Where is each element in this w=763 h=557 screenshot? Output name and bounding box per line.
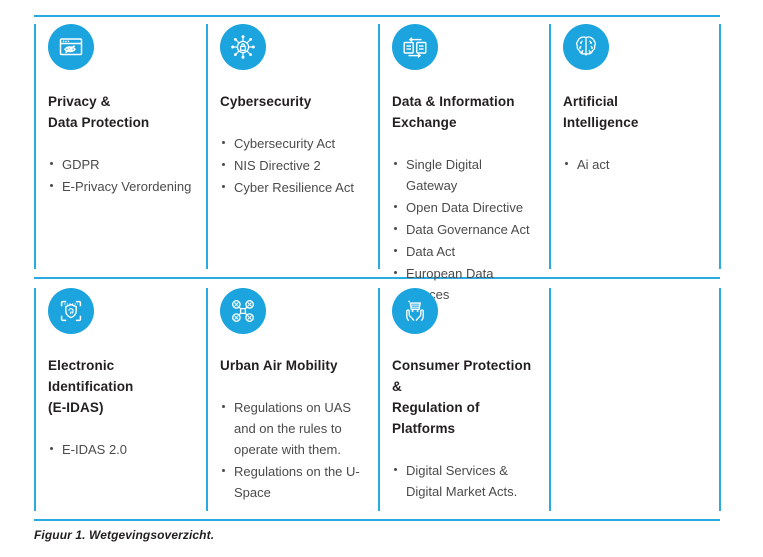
card-title: Data & Information Exchange (392, 94, 515, 130)
card-item-list: Single Digital Gateway Open Data Directi… (392, 154, 535, 305)
electronic-identification-scan-shield-icon (48, 288, 94, 334)
list-item: Data Act (392, 241, 535, 262)
list-item: E-IDAS 2.0 (48, 439, 192, 460)
list-item: E-Privacy Verordening (48, 176, 192, 197)
privacy-browser-eye-icon (48, 24, 94, 70)
card-item-list: GDPR E-Privacy Verordening (48, 154, 192, 197)
cybersecurity-network-lock-icon (220, 24, 266, 70)
legislation-row-2: Electronic Identification (E-IDAS) E-IDA… (34, 288, 720, 504)
data-exchange-documents-icon (392, 24, 438, 70)
figure-caption: Figuur 1. Wetgevingsoverzicht. (34, 528, 215, 542)
divider-bottom (34, 519, 720, 521)
list-item: Open Data Directive (392, 197, 535, 218)
list-item: Digital Services & Digital Market Acts. (392, 460, 535, 502)
legislation-overview-figure: Privacy & Data Protection GDPR E-Privacy… (0, 0, 763, 557)
list-item: Data Governance Act (392, 219, 535, 240)
card-title: Artificial Intelligence (563, 94, 639, 130)
consumer-protection-cart-hands-icon (392, 288, 438, 334)
list-item: Regulations on UAS and on the rules to o… (220, 397, 364, 460)
list-item: NIS Directive 2 (220, 155, 364, 176)
artificial-intelligence-brain-icon (563, 24, 609, 70)
card-title: Cybersecurity (220, 94, 312, 109)
card-empty (549, 288, 720, 504)
card-cybersecurity: Cybersecurity Cybersecurity Act NIS Dire… (206, 24, 378, 306)
list-item: Cyber Resilience Act (220, 177, 364, 198)
list-item: GDPR (48, 154, 192, 175)
card-item-list: Ai act (563, 154, 706, 175)
legislation-row-1: Privacy & Data Protection GDPR E-Privacy… (34, 24, 720, 306)
list-item: Cybersecurity Act (220, 133, 364, 154)
divider-top (34, 15, 720, 17)
card-item-list: Cybersecurity Act NIS Directive 2 Cyber … (220, 133, 364, 198)
card-urban-air-mobility: Urban Air Mobility Regulations on UAS an… (206, 288, 378, 504)
urban-air-mobility-drone-icon (220, 288, 266, 334)
card-item-list: Digital Services & Digital Market Acts. (392, 460, 535, 502)
card-title: Privacy & Data Protection (48, 94, 150, 130)
list-item: Ai act (563, 154, 706, 175)
card-title: Electronic Identification (E-IDAS) (48, 358, 134, 415)
card-privacy-data-protection: Privacy & Data Protection GDPR E-Privacy… (34, 24, 206, 306)
card-item-list: Regulations on UAS and on the rules to o… (220, 397, 364, 503)
card-consumer-protection: Consumer Protection & Regulation of Plat… (378, 288, 549, 504)
list-item: Single Digital Gateway (392, 154, 535, 196)
card-data-information-exchange: Data & Information Exchange Single Digit… (378, 24, 549, 306)
card-title: Consumer Protection & Regulation of Plat… (392, 358, 532, 436)
list-item: Regulations on the U-Space (220, 461, 364, 503)
card-artificial-intelligence: Artificial Intelligence Ai act (549, 24, 720, 306)
card-item-list: E-IDAS 2.0 (48, 439, 192, 460)
card-title: Urban Air Mobility (220, 358, 338, 373)
card-electronic-identification: Electronic Identification (E-IDAS) E-IDA… (34, 288, 206, 504)
